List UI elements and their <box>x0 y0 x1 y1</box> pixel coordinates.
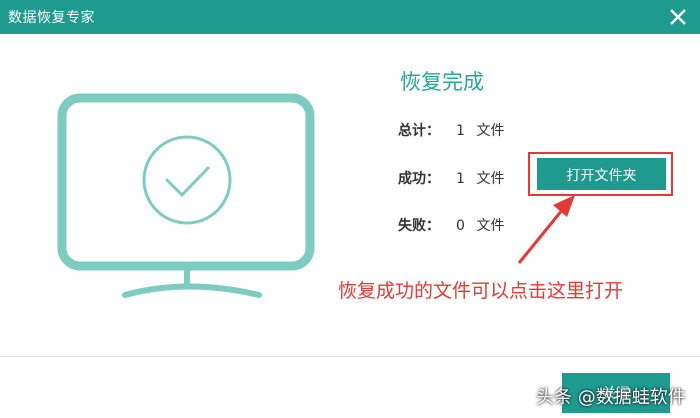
annotation-arrow-icon <box>517 195 575 264</box>
total-unit: 文件 <box>476 123 505 139</box>
total-value: 1 <box>456 123 465 139</box>
monitor-check-icon <box>57 93 315 298</box>
success-unit: 文件 <box>476 171 505 187</box>
result-heading: 恢复完成 <box>400 70 484 94</box>
close-window-button[interactable] <box>664 3 692 31</box>
failed-label: 失败： <box>398 218 440 234</box>
footer-divider <box>0 356 700 357</box>
failed-unit: 文件 <box>476 218 505 234</box>
success-value: 1 <box>456 171 465 187</box>
total-label: 总计： <box>398 123 440 139</box>
watermark: 头条 @数据蛙软件 <box>536 387 686 408</box>
title-bar: 数据恢复专家 <box>0 0 700 34</box>
failed-row: 失败： 0 文件 <box>398 215 504 235</box>
total-row: 总计： 1 文件 <box>398 120 504 140</box>
success-row: 成功： 1 文件 <box>398 168 504 188</box>
failed-value: 0 <box>456 218 465 234</box>
annotation-text: 恢复成功的文件可以点击这里打开 <box>338 280 624 302</box>
window-title: 数据恢复专家 <box>8 10 95 26</box>
success-label: 成功： <box>398 171 440 187</box>
close-icon <box>670 9 686 25</box>
